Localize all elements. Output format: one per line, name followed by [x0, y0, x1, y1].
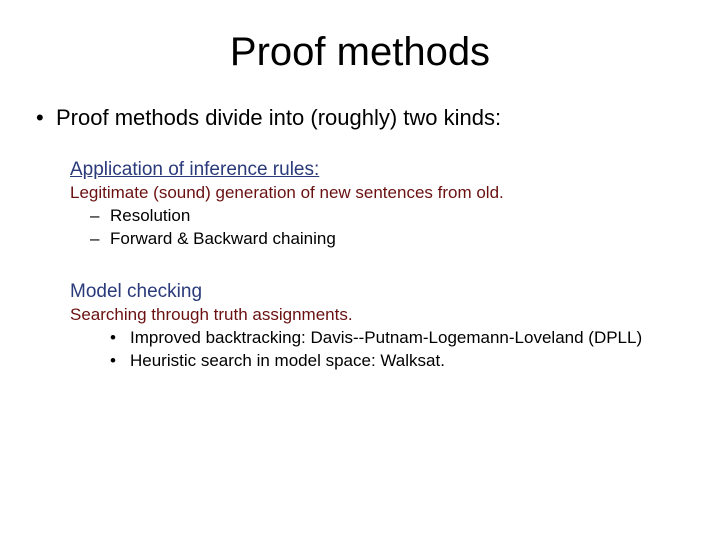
list-item-text: Forward & Backward chaining — [110, 229, 336, 248]
list-item-text: Resolution — [110, 206, 190, 225]
list-item-text: Heuristic search in model space: Walksat… — [130, 351, 445, 370]
bullet-icon: • — [110, 350, 130, 373]
list-item: •Heuristic search in model space: Walksa… — [110, 350, 690, 373]
top-bullet-text: Proof methods divide into (roughly) two … — [56, 105, 501, 130]
dash-icon: – — [90, 228, 110, 251]
section-items: –Resolution –Forward & Backward chaining — [70, 205, 690, 251]
section-heading: Model checking — [70, 281, 690, 303]
dash-icon: – — [90, 205, 110, 228]
section-items: •Improved backtracking: Davis--Putnam-Lo… — [70, 327, 690, 373]
section-subtext: Searching through truth assignments. — [70, 305, 690, 325]
bullet-icon: • — [36, 105, 56, 131]
page-title: Proof methods — [30, 30, 690, 75]
section-model-checking: Model checking Searching through truth a… — [70, 281, 690, 373]
section-inference-rules: Application of inference rules: Legitima… — [70, 159, 690, 251]
top-level-bullet: •Proof methods divide into (roughly) two… — [30, 105, 690, 131]
list-item: –Forward & Backward chaining — [90, 228, 690, 251]
list-item-text: Improved backtracking: Davis--Putnam-Log… — [130, 328, 642, 347]
section-subtext: Legitimate (sound) generation of new sen… — [70, 183, 690, 203]
list-item: •Improved backtracking: Davis--Putnam-Lo… — [110, 327, 690, 350]
list-item: –Resolution — [90, 205, 690, 228]
section-heading: Application of inference rules: — [70, 159, 690, 181]
bullet-icon: • — [110, 327, 130, 350]
slide: Proof methods •Proof methods divide into… — [0, 0, 720, 540]
